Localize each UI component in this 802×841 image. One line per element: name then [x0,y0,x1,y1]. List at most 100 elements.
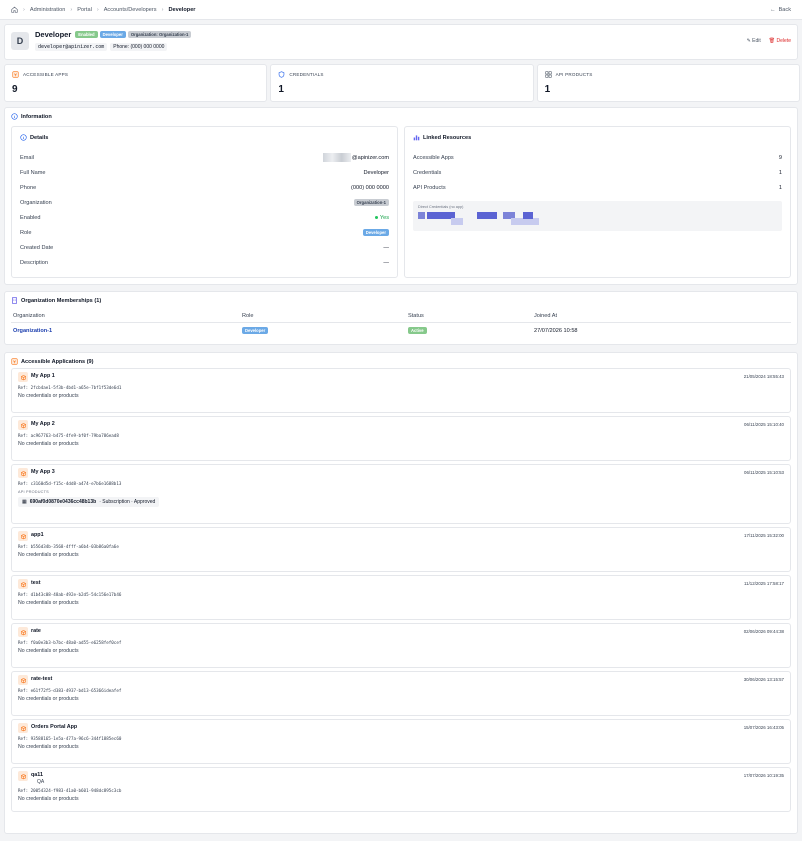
chart-icon [413,135,420,141]
detail-value: @apinizer.com [351,154,389,161]
no-credentials-text: No credentials or products [18,552,79,558]
redacted-block [523,212,533,219]
app-date: 06/11/2025 15:10:40 [744,422,784,427]
section-title: Organization Memberships (1) [21,297,102,304]
detail-value: Yes [379,214,389,221]
app-card[interactable]: test 11/12/2025 17:58:17 Ref: d1b43c08-48a… [11,575,791,620]
stat-label: API PRODUCTS [555,72,593,77]
detail-row-description: Description — [20,255,389,270]
app-card[interactable]: Orders Portal App 15/07/2026 16:43:05 Ref:… [11,719,791,764]
api-products-label: API PRODUCTS [18,490,49,494]
linked-value: 1 [778,169,782,176]
table-row: Organization-1 Developer Active 27/07/20… [11,323,791,339]
no-credentials-text: No credentials or products [18,393,79,399]
column-header: Status [406,310,532,323]
details-panel: Details Email @apinizer.com Full Name Deve… [11,126,398,278]
stat-value: 1 [544,84,551,95]
organization-badge: Organization-1 [353,198,389,207]
redacted-block [418,212,425,219]
app-name: test [31,580,41,586]
panel-title: Linked Resources [423,134,472,141]
app-date: 30/06/2026 13:15:57 [743,677,784,682]
detail-row-created: Created Date — [20,240,389,255]
detail-row-email: Email @apinizer.com [20,150,389,165]
app-name: My App 1 [31,373,55,379]
app-card[interactable]: qa11 17/07/2026 10:19:35 QA Ref: 20054324-f… [11,767,791,812]
app-card[interactable]: rate-test 30/06/2026 13:15:57 Ref: e61f72f… [11,671,791,716]
joined-at: 27/07/2026 10:58 [534,327,578,334]
no-credentials-text: No credentials or products [18,696,79,702]
app-card[interactable]: My App 1 21/05/2024 18:55:43 Ref: 2fcb4ae1… [11,368,791,413]
back-button[interactable]: ← Back [770,7,791,13]
stats-row: ACCESSIBLE APPS 9 CREDENTIALS 1 API PROD… [4,64,800,102]
role-badge: Developer [99,30,126,39]
detail-row-organization: Organization Organization-1 [20,195,389,210]
box-icon [18,579,28,589]
redacted-block [511,218,539,225]
detail-value: Developer [363,169,390,176]
applications-list: My App 1 21/05/2024 18:55:43 Ref: 2fcb4ae1… [11,368,791,812]
linked-row-apps[interactable]: Accessible Apps 9 [413,150,782,165]
app-card[interactable]: rate 02/06/2026 09:44:38 Ref: f0a0e3b3-b7b… [11,623,791,668]
app-ref: Ref: 93588165-1e5a-477a-96c6-344f1885ec6… [18,736,122,741]
app-name: Orders Portal App [31,724,78,730]
app-date: 21/05/2024 18:55:43 [743,374,784,379]
box-icon [18,468,28,478]
breadcrumb-portal[interactable]: Portal [77,7,92,13]
box-icon [18,723,28,733]
detail-label: Enabled [20,214,41,221]
app-ref: Ref: b556d34b-3568-4fff-a6b4-03b86a0fa6e [18,544,119,549]
linked-label: Credentials [413,169,442,176]
box-icon [18,372,28,382]
status-badge: Enabled [75,30,98,39]
breadcrumb-administration[interactable]: Administration [30,7,65,13]
email-chip: developer@apinizer.com [35,43,108,51]
app-card[interactable]: app1 17/11/2025 15:32:00 Ref: b556d34b-356… [11,527,791,572]
app-ref: Ref: 2fcb4ae1-5f3b-4bd1-a65e-7bf1f53de6d… [18,385,122,390]
status-dot [374,215,378,219]
home-icon[interactable] [11,6,18,13]
building-icon [12,297,17,304]
applications-section: Accessible Applications (9) My App 1 21/0… [4,352,798,834]
developer-header: D Developer Enabled Developer Organizati… [4,24,798,60]
role-badge: Developer [362,228,389,237]
linked-value: 1 [778,184,782,191]
app-card[interactable]: My App 2 06/11/2025 15:10:40 Ref: ac967763… [11,416,791,461]
direct-credentials-box: Direct Credentials (no app) [413,201,782,231]
column-header: Joined At [532,310,791,323]
app-name: rate-test [31,676,53,682]
product-chip[interactable]: ▦ 690af0d0870e0436cc48b13b · Subscription … [18,497,160,507]
app-card[interactable]: My App 3 06/11/2025 15:10:53 Ref: c3160d5d… [11,464,791,524]
top-bar: › Administration › Portal › Accounts/Dev… [0,0,802,20]
detail-label: Organization [20,199,52,206]
box-icon [18,771,28,781]
detail-row-fullname: Full Name Developer [20,165,389,180]
page-title: Developer [35,30,72,39]
app-date: 15/07/2026 16:43:05 [743,725,784,730]
stat-api-products: API PRODUCTS 1 [536,64,800,102]
linked-value: 9 [778,154,782,161]
detail-row-role: Role Developer [20,225,389,240]
detail-label: Role [20,229,32,236]
delete-button[interactable]: 🗑 Delete [769,38,791,54]
app-name: My App 2 [31,421,55,427]
no-credentials-text: No credentials or products [18,600,79,606]
breadcrumb-accounts-developers[interactable]: Accounts/Developers [104,7,157,13]
column-header: Organization [11,310,240,323]
product-id: 690af0d0870e0436cc48b13b [29,499,97,505]
app-date: 17/07/2026 10:19:35 [743,773,784,778]
info-icon [20,134,27,141]
breadcrumb: › Administration › Portal › Accounts/Dev… [11,6,196,13]
redacted-block [451,218,463,225]
direct-credentials-label: Direct Credentials (no app) [418,205,464,209]
box-icon [12,71,19,78]
edit-button[interactable]: ✎ Edit [747,38,761,54]
linked-row-products[interactable]: API Products 1 [413,180,782,195]
box-icon [18,675,28,685]
organization-link[interactable]: Organization-1 [13,328,52,334]
detail-row-enabled: Enabled Yes [20,210,389,225]
app-ref: Ref: e61f72f5-d383-4937-bd13-65366ideafe… [18,688,122,693]
app-date: 06/11/2025 15:10:53 [744,470,784,475]
memberships-table: Organization Role Status Joined At Organ… [11,310,791,338]
linked-row-credentials[interactable]: Credentials 1 [413,165,782,180]
